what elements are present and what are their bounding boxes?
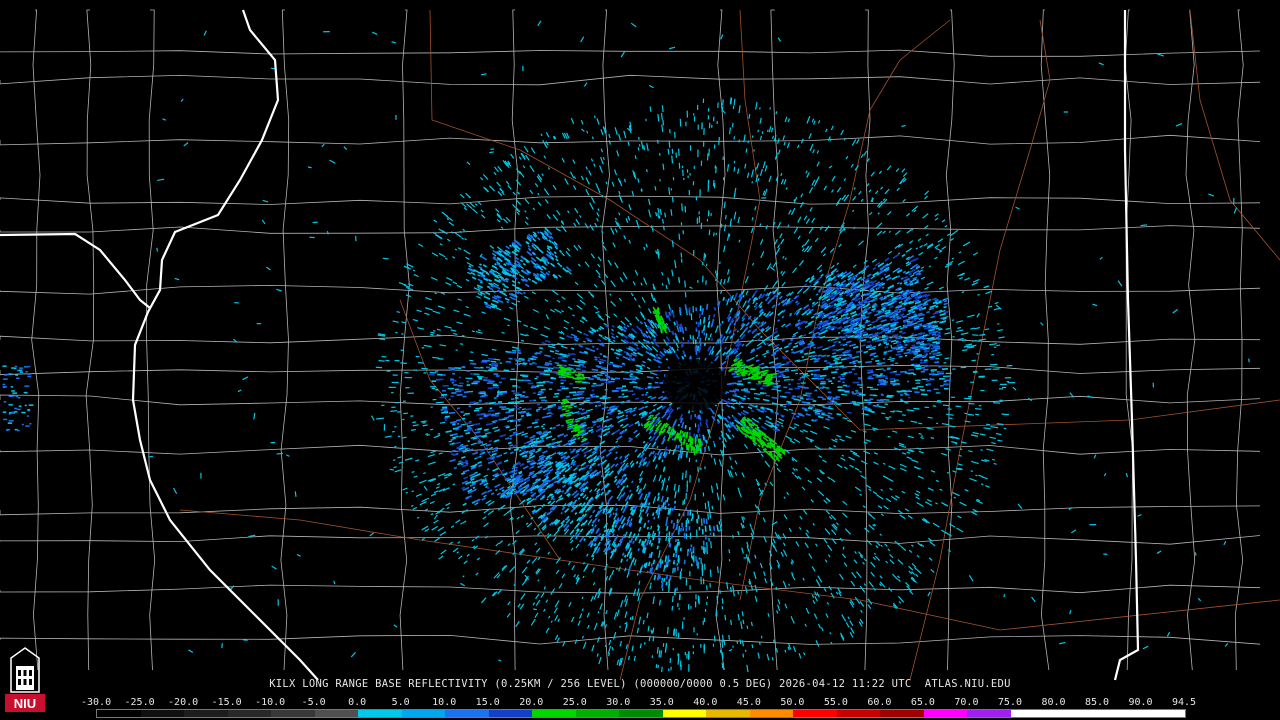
colorbar-label: -15.0 [211, 697, 242, 708]
colorbar-label: 25.0 [562, 697, 587, 708]
colorbar-label: 70.0 [954, 697, 979, 708]
county-line [85, 9, 95, 671]
county-line [146, 9, 156, 671]
colorbar-label: 60.0 [867, 697, 892, 708]
county-line [0, 284, 1261, 295]
colorbar-segment [1141, 710, 1185, 717]
highway [909, 19, 1051, 681]
colorbar-label: 20.0 [519, 697, 544, 708]
colorbar-segment [488, 710, 533, 717]
colorbar-segment [967, 710, 1011, 717]
colorbar-segment [184, 710, 228, 717]
colorbar-label: 75.0 [997, 697, 1022, 708]
colorbar-label: -20.0 [168, 697, 199, 708]
colorbar-segment [1010, 710, 1055, 717]
colorbar-segment [575, 710, 620, 717]
colorbar-label: 94.5 [1172, 697, 1197, 708]
colorbar-label: 0.0 [348, 697, 367, 708]
colorbar-label: 30.0 [606, 697, 631, 708]
colorbar-label: 80.0 [1041, 697, 1066, 708]
colorbar-segment [662, 710, 707, 717]
colorbar-segment [923, 710, 968, 717]
highway [179, 509, 1280, 631]
colorbar-label: 40.0 [693, 697, 718, 708]
colorbar-label: 90.0 [1128, 697, 1153, 708]
state-boundary-west [131, 9, 319, 681]
colorbar-segment [749, 710, 794, 717]
state-boundary-iowa-missouri [0, 232, 151, 309]
colorbar-label: 50.0 [780, 697, 805, 708]
county-line [1234, 9, 1244, 671]
county-line [0, 74, 1261, 86]
colorbar-segment [97, 710, 141, 717]
county-boundaries [0, 9, 1261, 671]
colorbar-label: 55.0 [823, 697, 848, 708]
county-line [0, 444, 1261, 456]
county-line [0, 195, 1261, 205]
county-line [0, 49, 1261, 57]
highway [1189, 9, 1280, 261]
colorbar-label: 15.0 [475, 697, 500, 708]
county-line [31, 9, 41, 671]
colorbar-segment [401, 710, 446, 717]
colorbar-label: 45.0 [736, 697, 761, 708]
colorbar-segment [706, 710, 750, 717]
colorbar-label: -30.0 [81, 697, 112, 708]
colorbar-segment [358, 710, 402, 717]
colorbar-segment [532, 710, 576, 717]
county-line [1185, 9, 1196, 671]
colorbar-label: -10.0 [255, 697, 286, 708]
reflectivity-echoes [2, 20, 1250, 673]
colorbar-segment [227, 710, 272, 717]
colorbar-segment [140, 710, 185, 717]
county-line [399, 9, 410, 671]
colorbar-segment [1054, 710, 1098, 717]
county-line [0, 134, 1261, 146]
colorbar-label: 5.0 [391, 697, 410, 708]
county-line [280, 9, 290, 671]
colorbar [96, 709, 1186, 718]
colorbar-segment [836, 710, 881, 717]
highway-lines [179, 9, 1280, 681]
colorbar-label: 65.0 [910, 697, 935, 708]
colorbar-segment [880, 710, 924, 717]
colorbar-label: 85.0 [1084, 697, 1110, 708]
logo-text: NIU [14, 696, 36, 711]
colorbar-segment [619, 710, 663, 717]
colorbar-labels: -30.0 -25.0 -20.0 -15.0 -10.0 -5.0 0.0 5.0 10.0 1… [81, 697, 1202, 708]
colorbar-segment [793, 710, 837, 717]
colorbar-label: 10.0 [432, 697, 457, 708]
colorbar-label: 35.0 [649, 697, 674, 708]
county-line [0, 584, 1261, 594]
radar-map [0, 9, 1280, 681]
colorbar-segment [445, 710, 489, 717]
radar-display: NIU KILX LONG RANGE BASE REFLECTIVITY (0… [0, 0, 1280, 720]
county-line [1040, 9, 1051, 671]
colorbar-segment [314, 710, 359, 717]
product-caption: KILX LONG RANGE BASE REFLECTIVITY (0.25K… [269, 678, 1011, 690]
colorbar-label: -25.0 [124, 697, 155, 708]
colorbar-segment [271, 710, 315, 717]
colorbar-segment [1097, 710, 1142, 717]
colorbar-label: -5.0 [301, 697, 326, 708]
